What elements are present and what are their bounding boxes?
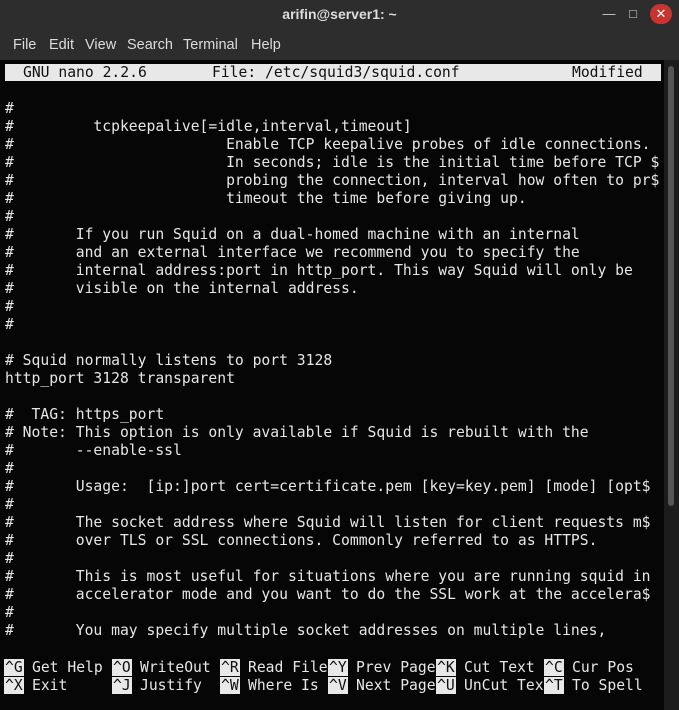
editor-line: # (5, 460, 14, 477)
editor-line: # and an external interface we recommend… (5, 244, 580, 261)
editor-line: # (5, 208, 14, 225)
shortcut-key-read-file[interactable]: ^R (220, 659, 240, 676)
shortcut-label-uncut-text: UnCut Text (464, 677, 553, 694)
editor-line: # internal address:port in http_port. Th… (5, 262, 633, 279)
shortcut-key-next-page[interactable]: ^V (328, 677, 348, 694)
shortcut-label-where-is: Where Is (248, 677, 319, 694)
editor-line: # over TLS or SSL connections. Commonly … (5, 532, 598, 549)
menu-help[interactable]: Help (251, 37, 281, 53)
menu-terminal[interactable]: Terminal (183, 37, 238, 53)
shortcut-label-read-file: Read File (248, 659, 328, 676)
shortcut-label-cut-text: Cut Text (464, 659, 535, 676)
editor-line: # (5, 604, 14, 621)
menu-bar: File Edit View Search Terminal Help (0, 30, 679, 60)
menu-file[interactable]: File (13, 37, 36, 53)
editor-line: # (5, 100, 14, 117)
shortcut-label-writeout: WriteOut (140, 659, 211, 676)
shortcut-label-to-spell: To Spell (572, 677, 643, 694)
editor-line: # You may specify multiple socket addres… (5, 622, 607, 639)
shortcut-label-prev-page: Prev Page (356, 659, 436, 676)
editor-line: # Enable TCP keepalive probes of idle co… (5, 136, 651, 153)
editor-line: # (5, 550, 14, 567)
shortcut-key-exit[interactable]: ^X (4, 677, 24, 694)
editor-line: # probing the connection, interval how o… (5, 172, 660, 189)
nano-version: GNU nano 2.2.6 (23, 64, 147, 81)
shortcut-key-justify[interactable]: ^J (112, 677, 132, 694)
shortcut-key-where-is[interactable]: ^W (220, 677, 240, 694)
title-bar: arifin@server1: ~ — □ ✕ (0, 0, 679, 30)
shortcut-key-uncut-text[interactable]: ^U (436, 677, 456, 694)
shortcut-key-writeout[interactable]: ^O (112, 659, 132, 676)
shortcut-label-get-help: Get Help (32, 659, 103, 676)
editor-line: # This is most useful for situations whe… (5, 568, 651, 585)
editor-line: # TAG: https_port (5, 406, 165, 423)
shortcut-key-prev-page[interactable]: ^Y (328, 659, 348, 676)
shortcut-key-to-spell[interactable]: ^T (544, 677, 564, 694)
editor-line: # visible on the internal address. (5, 280, 359, 297)
editor-line: # (5, 316, 14, 333)
menu-search[interactable]: Search (127, 37, 173, 53)
shortcut-label-cur-pos: Cur Pos (572, 659, 634, 676)
maximize-button[interactable]: □ (622, 4, 644, 24)
editor-line: # accelerator mode and you want to do th… (5, 586, 651, 603)
shortcut-key-cur-pos[interactable]: ^C (544, 659, 564, 676)
editor-line: # timeout the time before giving up. (5, 190, 527, 207)
editor-line: # In seconds; idle is the initial time b… (5, 154, 660, 171)
editor-line: # --enable-ssl (5, 442, 182, 459)
shortcut-label-next-page: Next Page (356, 677, 436, 694)
editor-line: http_port 3128 transparent (5, 370, 235, 387)
close-button[interactable]: ✕ (650, 4, 672, 24)
editor-line: # (5, 496, 14, 513)
menu-edit[interactable]: Edit (49, 37, 74, 53)
shortcut-label-exit: Exit (32, 677, 68, 694)
editor-line: # Usage: [ip:]port cert=certificate.pem … (5, 478, 651, 495)
shortcut-key-cut-text[interactable]: ^K (436, 659, 456, 676)
editor-line: # (5, 298, 14, 315)
shortcut-label-justify: Justify (140, 677, 202, 694)
editor-line: # Squid normally listens to port 3128 (5, 352, 333, 369)
shortcut-key-get-help[interactable]: ^G (4, 659, 24, 676)
scrollbar-thumb[interactable] (668, 66, 674, 506)
nano-modified-status: Modified (572, 64, 643, 81)
window-title: arifin@server1: ~ (282, 6, 397, 22)
minimize-button[interactable]: — (598, 4, 620, 24)
editor-line: # The socket address where Squid will li… (5, 514, 651, 531)
editor-line: # Note: This option is only available if… (5, 424, 589, 441)
menu-view[interactable]: View (85, 37, 116, 53)
editor-line: # tcpkeepalive[=idle,interval,timeout] (5, 118, 412, 135)
editor-line: # If you run Squid on a dual-homed machi… (5, 226, 580, 243)
nano-file-name: File: /etc/squid3/squid.conf (212, 64, 460, 81)
